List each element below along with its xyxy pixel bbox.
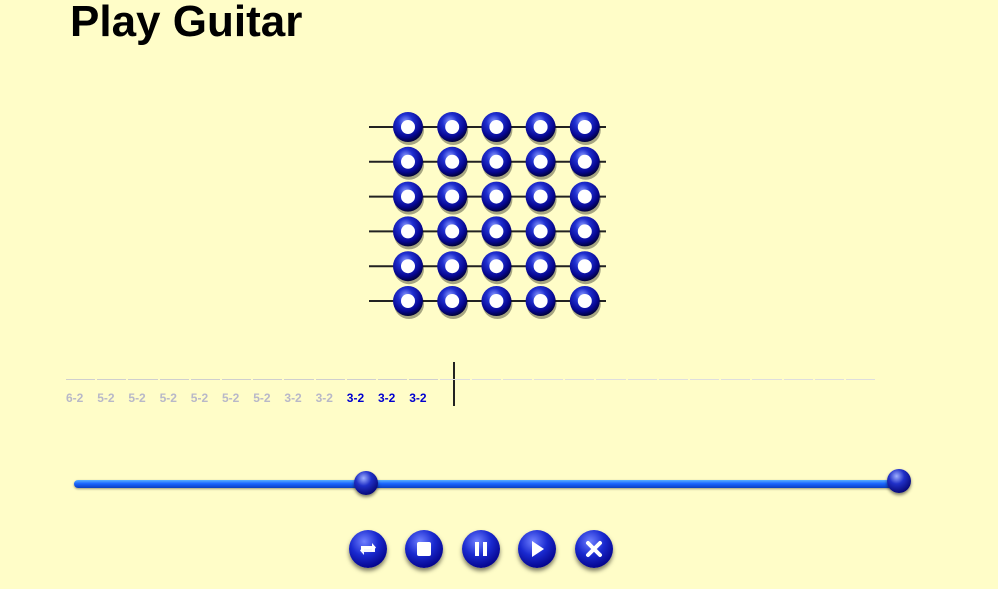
- fret-position[interactable]: [481, 251, 513, 285]
- fret-position[interactable]: [481, 181, 513, 215]
- tab-slot: [440, 379, 470, 380]
- progress-slider-end-handle[interactable]: [887, 469, 911, 493]
- tab-slot: [222, 379, 252, 380]
- tab-slot: [752, 379, 782, 380]
- tab-slot: [409, 379, 439, 380]
- fret-position[interactable]: [525, 286, 557, 319]
- repeat-icon: [360, 543, 376, 555]
- fret-position[interactable]: [569, 146, 601, 180]
- tab-note[interactable]: 5-2: [97, 391, 128, 405]
- close-icon: [586, 541, 602, 557]
- fret-position[interactable]: [393, 112, 424, 145]
- tab-note[interactable]: 3-2: [284, 391, 315, 405]
- progress-slider[interactable]: [74, 480, 908, 488]
- tab-slot: [159, 379, 189, 380]
- tab-slot: [66, 379, 96, 380]
- fret-position[interactable]: [569, 216, 601, 250]
- fret-position[interactable]: [437, 146, 469, 180]
- tab-note[interactable]: 5-2: [253, 391, 284, 405]
- fret-position[interactable]: [393, 251, 424, 285]
- tab-note[interactable]: 3-2: [378, 391, 409, 405]
- fret-position[interactable]: [569, 112, 601, 145]
- tab-slot: [534, 379, 564, 380]
- tab-note[interactable]: 6-2: [66, 391, 97, 405]
- fret-position[interactable]: [525, 216, 557, 250]
- tab-note[interactable]: 5-2: [222, 391, 253, 405]
- fret-position[interactable]: [481, 112, 513, 145]
- fretboard: [369, 112, 606, 319]
- tab-note[interactable]: 3-2: [409, 391, 440, 405]
- repeat-button[interactable]: [349, 530, 387, 568]
- pause-icon: [475, 542, 487, 556]
- fret-position[interactable]: [569, 181, 601, 215]
- tab-slot: [658, 379, 688, 380]
- fret-position[interactable]: [393, 181, 424, 215]
- tab-note[interactable]: 5-2: [160, 391, 191, 405]
- fret-position[interactable]: [437, 286, 469, 319]
- tab-slot: [627, 379, 657, 380]
- tab-slot: [846, 379, 876, 380]
- fret-position[interactable]: [525, 181, 557, 215]
- tab-slot: [814, 379, 844, 380]
- tab-note[interactable]: 3-2: [316, 391, 347, 405]
- tab-slot: [471, 379, 501, 380]
- fret-position[interactable]: [393, 146, 424, 180]
- fret-position[interactable]: [525, 146, 557, 180]
- fret-position[interactable]: [437, 251, 469, 285]
- fret-position[interactable]: [393, 286, 424, 319]
- tab-slot: [190, 379, 220, 380]
- fret-position[interactable]: [437, 216, 469, 250]
- tab-note[interactable]: 3-2: [347, 391, 378, 405]
- playhead-cursor: [453, 362, 455, 406]
- tab-slot: [783, 379, 813, 380]
- tab-slot: [97, 379, 127, 380]
- fret-position[interactable]: [481, 146, 513, 180]
- tab-slot: [502, 379, 532, 380]
- stop-icon: [417, 542, 431, 556]
- fret-position[interactable]: [437, 112, 469, 145]
- tab-note[interactable]: 5-2: [128, 391, 159, 405]
- fret-position[interactable]: [437, 181, 469, 215]
- tab-note[interactable]: 5-2: [191, 391, 222, 405]
- close-button[interactable]: [575, 530, 613, 568]
- tab-slot: [690, 379, 720, 380]
- fret-position[interactable]: [525, 112, 557, 145]
- fret-position[interactable]: [481, 286, 513, 319]
- tab-slot: [596, 379, 626, 380]
- fret-position[interactable]: [525, 251, 557, 285]
- pause-button[interactable]: [462, 530, 500, 568]
- tab-slot: [128, 379, 158, 380]
- tab-slot: [253, 379, 283, 380]
- fret-position[interactable]: [393, 216, 424, 250]
- tab-slot: [284, 379, 314, 380]
- tab-slot: [346, 379, 376, 380]
- play-icon: [532, 541, 544, 557]
- tab-slot: [315, 379, 345, 380]
- tab-slot: [721, 379, 751, 380]
- tab-slot: [378, 379, 408, 380]
- progress-slider-handle[interactable]: [353, 471, 378, 495]
- play-button[interactable]: [518, 530, 556, 568]
- fret-position[interactable]: [481, 216, 513, 250]
- tab-slot: [565, 379, 595, 380]
- fret-position[interactable]: [569, 286, 601, 319]
- fret-position[interactable]: [569, 251, 601, 285]
- stop-button[interactable]: [405, 530, 443, 568]
